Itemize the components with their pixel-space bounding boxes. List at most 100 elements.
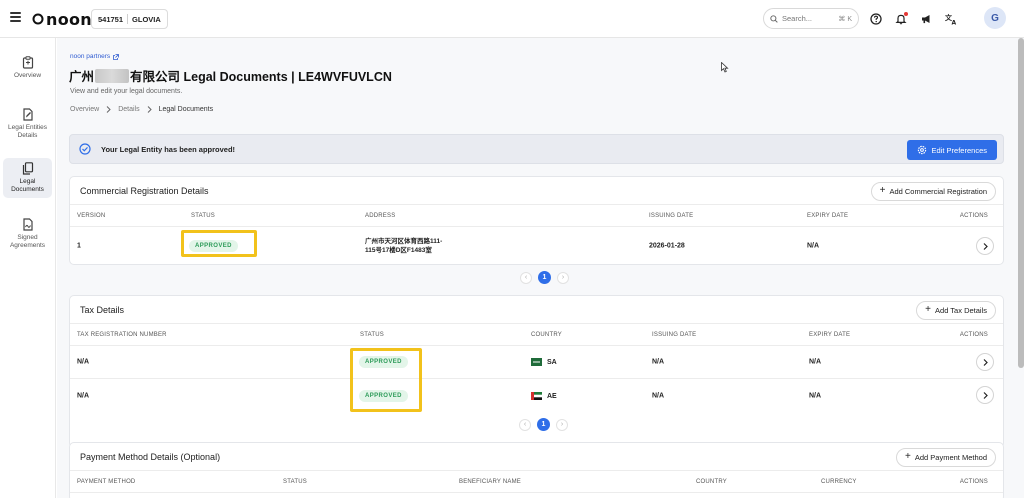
row-details-button[interactable] [976,353,994,371]
table-row: N/A APPROVED AE N/A N/A [70,379,1003,412]
cell-country: SA [531,358,557,366]
edit-preferences-button[interactable]: Edit Preferences [906,140,997,160]
tax-details-card: Tax Details + Add Tax Details TAX REGIST… [69,295,1004,448]
card-title: Payment Method Details (Optional) [80,451,221,462]
row-details-button[interactable] [976,386,994,404]
card-header: Payment Method Details (Optional) + Add … [70,443,1003,471]
cell-issuing-date: N/A [652,358,665,366]
saudi-flag-icon [531,358,542,366]
prev-page-button[interactable]: ‹ [520,271,532,284]
sidebar-item-label: Legal Entities Details [7,124,48,139]
status-badge: APPROVED [359,356,408,368]
plus-icon: + [879,185,886,196]
table-header: TAX REGISTRATION NUMBER STATUS COUNTRY I… [70,324,1003,346]
chevron-right-icon [983,358,988,366]
search-shortcut: ⌘ K [838,15,852,23]
row-details-button[interactable] [976,237,994,255]
sidebar-item-legal-entities[interactable]: Legal Entities Details [3,104,52,144]
redacted-block [95,68,130,83]
col-issuing-date: ISSUING DATE [649,212,694,219]
cell-country: AE [531,391,557,400]
avatar[interactable]: G [984,7,1006,29]
col-status: STATUS [360,331,384,338]
top-bar: noon 541751 GLOVIA Search... ⌘ K 文A G [0,0,1024,38]
sidebar: Overview Legal Entities Details Legal Do… [0,38,56,498]
store-selector[interactable]: 541751 GLOVIA [91,9,168,29]
sidebar-item-label: Legal Documents [11,178,44,193]
breadcrumb-overview[interactable]: Overview [70,106,99,113]
col-expiry-date: EXPIRY DATE [807,212,849,219]
partners-link-label: noon partners [70,53,111,60]
page-scrollbar[interactable] [1018,38,1024,368]
uae-flag-icon [531,391,542,400]
plus-icon: + [925,304,932,315]
sidebar-item-overview[interactable]: Overview [3,52,52,84]
col-status: STATUS [283,478,307,485]
cell-tax-number: N/A [77,358,90,366]
noon-partners-link[interactable]: noon partners [70,53,120,60]
store-divider [127,14,129,24]
chevron-right-icon [147,106,152,113]
col-payment-method: PAYMENT METHOD [77,478,136,485]
noon-logo[interactable]: noon [32,9,92,29]
page-number-button[interactable]: 1 [538,271,551,284]
search-input[interactable]: Search... ⌘ K [763,8,859,29]
approval-banner: Your Legal Entity has been approved! Edi… [69,134,1004,164]
title-prefix: 广州 [69,70,95,84]
country-code: AE [547,392,557,400]
col-version: VERSION [77,212,106,219]
add-payment-method-button[interactable]: + Add Payment Method [896,448,996,467]
button-label: Add Commercial Registration [889,187,987,196]
plus-icon: + [905,451,911,462]
logo-mark-icon [32,13,44,25]
card-header: Commercial Registration Details + Add Co… [70,177,1003,205]
col-issuing-date: ISSUING DATE [652,331,697,338]
card-header: Tax Details + Add Tax Details [70,296,1003,324]
page-number-button[interactable]: 1 [537,418,550,431]
button-label: Add Tax Details [935,306,987,315]
megaphone-icon[interactable] [918,11,934,27]
sidebar-item-label: Signed Agreements [9,234,46,249]
external-link-icon [113,53,120,60]
mouse-cursor-icon [721,62,729,73]
col-country: COUNTRY [531,331,562,338]
button-label: Add Payment Method [914,453,987,462]
prev-page-button[interactable]: ‹ [519,418,531,431]
col-actions: ACTIONS [959,331,988,338]
logo-text: noon [46,9,92,29]
help-icon[interactable] [868,11,884,27]
search-placeholder: Search... [782,14,813,23]
sidebar-item-label: Overview [13,72,42,79]
check-circle-icon [79,143,91,155]
add-commercial-registration-button[interactable]: + Add Commercial Registration [870,182,996,201]
cell-expiry-date: N/A [809,392,822,399]
chevron-right-icon [106,106,111,113]
next-page-button[interactable]: › [556,418,568,431]
col-status: STATUS [191,212,215,219]
translate-icon[interactable]: 文A [943,11,959,27]
add-tax-details-button[interactable]: + Add Tax Details [916,301,996,320]
approval-message: Your Legal Entity has been approved! [101,144,236,154]
commercial-registration-card: Commercial Registration Details + Add Co… [69,176,1004,265]
breadcrumb-details[interactable]: Details [118,106,139,113]
notification-bell-icon[interactable] [893,11,909,27]
table-row: 1 APPROVED 广州市天河区体育西路111- 115号17楼D区F1483… [70,227,1003,264]
sidebar-item-signed-agreements[interactable]: Signed Agreements [3,214,52,254]
col-currency: CURRENCY [821,478,857,485]
next-page-button[interactable]: › [557,271,569,284]
notification-dot [904,12,908,16]
settings-gear-icon [917,145,926,155]
document-edit-icon [22,108,33,121]
hamburger-menu-icon[interactable] [10,12,21,22]
breadcrumb: Overview Details Legal Documents [70,106,213,113]
cell-address: 广州市天河区体育西路111- 115号17楼D区F1483室 [365,237,442,255]
sidebar-item-legal-documents[interactable]: Legal Documents [3,158,52,198]
svg-text:A: A [951,20,956,26]
address-line-1: 广州市天河区体育西路111- [365,237,443,245]
chevron-right-icon [983,242,988,250]
pagination: ‹ 1 › [520,271,569,284]
cell-tax-number: N/A [77,392,90,399]
breadcrumb-legal-documents: Legal Documents [158,106,214,113]
signed-document-icon [22,218,33,231]
edit-preferences-label: Edit Preferences [931,145,987,155]
